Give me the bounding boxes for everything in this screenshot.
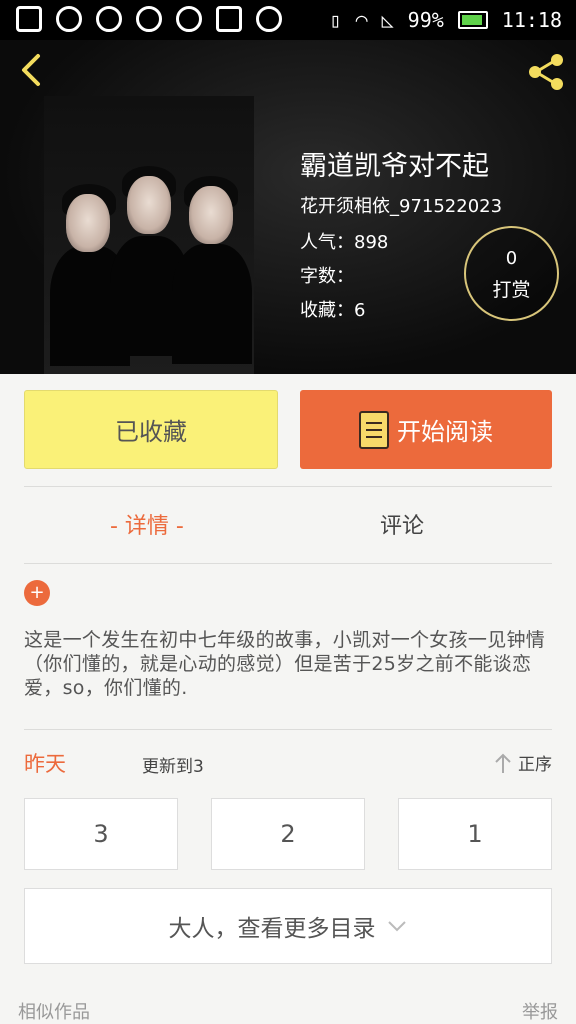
book-description: 这是一个发生在初中七年级的故事，小凯对一个女孩一见钟情（你们懂的，就是心动的感觉… (24, 629, 546, 699)
chapter-number: 2 (280, 820, 296, 848)
status-bar: ▯ ◠ ◺ 99% 11:18 (0, 0, 576, 40)
update-day: 昨天 (24, 752, 66, 776)
favorited-label: 已收藏 (115, 418, 187, 446)
start-reading-button[interactable]: 开始阅读 (300, 390, 552, 469)
battery-percent: 99% (407, 8, 444, 32)
sort-order-button[interactable]: 正序 (494, 750, 552, 775)
up-arrow-icon (495, 753, 511, 773)
book-icon (359, 410, 389, 449)
chapter-button[interactable]: 3 (24, 798, 178, 870)
book-cover[interactable] (44, 96, 254, 374)
chapter-button[interactable]: 2 (211, 798, 365, 870)
popularity-label: 人气： (300, 232, 354, 253)
share-icon[interactable] (524, 50, 568, 94)
tip-label: 打赏 (492, 279, 531, 301)
favorites-row: 收藏：6 (300, 296, 365, 322)
vibrate-icon: ▯ (329, 8, 342, 32)
popularity-row: 人气：898 (300, 228, 388, 254)
word-count-row: 字数： (300, 262, 354, 288)
view-more-catalog-button[interactable]: 大人，查看更多目录 (24, 888, 552, 964)
storage-icon (216, 6, 242, 32)
favorited-button[interactable]: 已收藏 (24, 390, 278, 469)
chapter-button[interactable]: 1 (398, 798, 552, 870)
book-author[interactable]: 花开须相依_971522023 (300, 192, 502, 218)
stopwatch-icon (96, 6, 122, 32)
book-title: 霸道凯爷对不起 (300, 151, 489, 182)
notification-icons (16, 6, 282, 32)
shield-icon (256, 6, 282, 32)
wifi-icon: ◠ (355, 8, 368, 32)
word-count-label: 字数： (300, 266, 354, 287)
expand-description-button[interactable]: + (24, 580, 50, 606)
view-more-catalog-label: 大人，查看更多目录 (168, 916, 376, 942)
message-icon (16, 6, 42, 32)
music-icon (176, 6, 202, 32)
update-text: 更新到3 (142, 757, 204, 777)
book-header: 霸道凯爷对不起 花开须相依_971522023 人气：898 字数： 收藏：6 … (0, 40, 576, 374)
tip-count: 0 (505, 248, 518, 269)
tab-detail[interactable]: - 详情 - (110, 508, 184, 540)
favorites-value: 6 (354, 300, 366, 321)
back-arrow-icon[interactable] (14, 50, 54, 90)
clock: 11:18 (501, 8, 562, 32)
favorites-label: 收藏： (300, 300, 354, 321)
chevron-down-icon (387, 921, 406, 932)
signal-icon: ◺ (381, 8, 394, 32)
weibo-icon (136, 6, 162, 32)
battery-icon (457, 11, 488, 29)
similar-works-link[interactable]: 相似作品 (18, 998, 90, 1024)
system-status: ▯ ◠ ◺ 99% 11:18 (330, 8, 562, 32)
app-icon (56, 6, 82, 32)
divider (24, 486, 552, 487)
divider (24, 729, 552, 730)
report-link[interactable]: 举报 (522, 998, 558, 1024)
popularity-value: 898 (354, 232, 389, 253)
tip-button[interactable]: 0 打赏 (464, 226, 559, 321)
chapter-number: 3 (93, 820, 109, 848)
sort-order-label: 正序 (518, 755, 552, 775)
start-reading-label: 开始阅读 (397, 418, 493, 446)
divider (24, 563, 552, 564)
tab-comment[interactable]: 评论 (380, 508, 424, 540)
chapter-number: 1 (467, 820, 483, 848)
